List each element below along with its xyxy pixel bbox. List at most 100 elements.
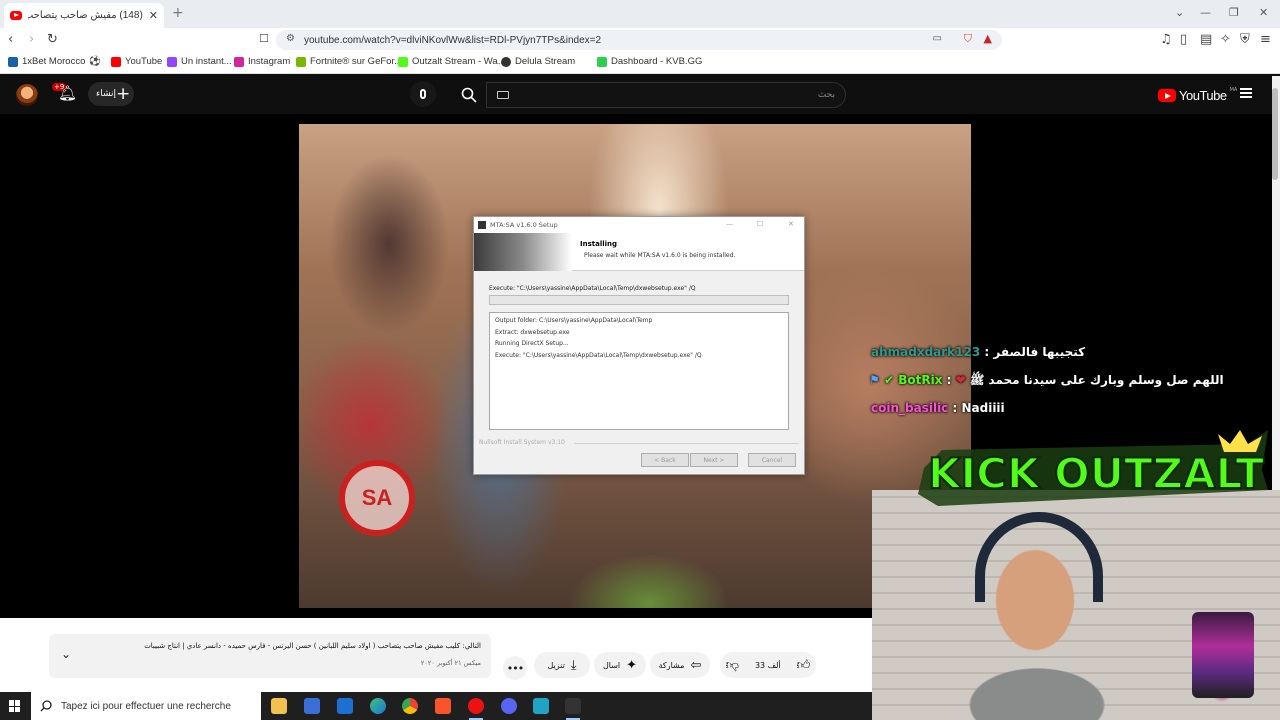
create-button[interactable]: إنشاء + (88, 82, 134, 106)
vpn-icon[interactable]: ⛨ (1240, 32, 1250, 47)
twitch-icon (167, 56, 177, 67)
avatar[interactable] (16, 84, 38, 106)
region-code: MA (1229, 86, 1238, 93)
rewards-icon[interactable]: ▲ (984, 32, 992, 45)
bookmark-label: Outzalt Stream - Wa... (412, 56, 506, 67)
kick-outzalt-logo: KICK OUTZALT (918, 430, 1268, 506)
browser-tab[interactable]: (148) مفيش صاحب يتصاحب - YouTube ✕ (4, 3, 164, 28)
bookmark-1xbet[interactable]: 1xBet Morocco ⚽ (8, 56, 101, 67)
dislike-icon[interactable]: 👎︎ (726, 658, 739, 673)
plus-icon: + (116, 83, 131, 104)
verified-badge-icon: ✔ (883, 373, 895, 387)
next-button[interactable]: Next > (690, 453, 738, 467)
close-tab-icon[interactable]: ✕ (149, 9, 158, 22)
media-icon[interactable]: ♫ (1160, 32, 1172, 47)
obs-icon[interactable] (468, 698, 484, 714)
reload-icon[interactable]: ↻ (47, 32, 58, 47)
mta-app-icon (478, 221, 486, 229)
search-placeholder: بحث (817, 90, 835, 100)
bookmark-label: Fortnite® sur GeFor... (310, 56, 402, 67)
bookmark-delula[interactable]: Delula Stream (501, 56, 575, 67)
new-tab-icon[interactable]: + (172, 5, 184, 21)
edge-icon[interactable] (370, 698, 386, 714)
log-line: Output folder: C:\Users\yassine\AppData\… (495, 317, 653, 324)
bookmark-twitch[interactable]: Un instant... (167, 56, 232, 67)
chat-text: Nadiiii (961, 401, 1005, 415)
heart-icon: ❤ (955, 373, 966, 387)
bookmark-kick[interactable]: Outzalt Stream - Wa... (398, 56, 506, 67)
bookmark-youtube[interactable]: YouTube (111, 56, 162, 67)
up-next-title: التالي: كليب مفيش صاحب يتصاحب ( اولاد سل… (144, 642, 481, 650)
back-button[interactable]: < Back (641, 453, 689, 467)
download-label: تنزيل (547, 660, 565, 670)
ask-button[interactable]: اسال ✦ (594, 652, 646, 678)
chevron-down-icon[interactable]: ⌄ (61, 647, 71, 661)
like-dislike-group: 👎︎ 33 ألف 👍︎ (720, 652, 816, 678)
forward-icon[interactable]: › (29, 32, 34, 47)
share-button[interactable]: مشاركة ⇦ (650, 652, 710, 678)
cancel-button[interactable]: Cancel (748, 453, 796, 467)
app-icon[interactable] (533, 698, 549, 714)
bookmark-geforce[interactable]: Fortnite® sur GeFor... (296, 56, 402, 67)
bot-badge-icon: ⚑ (869, 373, 880, 387)
store-icon[interactable] (304, 698, 320, 714)
installer-log[interactable]: Output folder: C:\Users\yassine\AppData\… (489, 312, 789, 430)
bookmark-icon[interactable]: ☐ (259, 32, 269, 45)
installer-minimize-icon[interactable]: — (726, 220, 733, 228)
installer-titlebar: MTA:SA v1.6.0 Setup (474, 217, 804, 233)
bell-icon[interactable]: 🔔︎ (58, 84, 77, 102)
windows-start-icon[interactable] (9, 700, 21, 712)
installer-close-icon[interactable]: ✕ (788, 220, 794, 228)
leo-icon[interactable]: ✧ (1220, 32, 1231, 47)
sidebar-icon[interactable]: ▯ (1180, 32, 1187, 47)
search-icon (40, 700, 52, 712)
more-actions-button[interactable]: ••• (503, 656, 527, 680)
menu-icon[interactable]: ≡ (1260, 32, 1271, 47)
like-icon[interactable]: 👍︎ (797, 658, 811, 673)
minimize-icon[interactable]: — (1200, 6, 1211, 19)
tab-title: (148) مفيش صاحب يتصاحب - YouTube (28, 10, 143, 21)
file-explorer-icon[interactable] (271, 698, 287, 714)
maximize-icon[interactable]: ❐ (1229, 6, 1239, 19)
search-input[interactable]: بحث (486, 82, 846, 108)
discord-icon[interactable] (501, 698, 517, 714)
installer-progress-bar (489, 295, 789, 305)
hamburger-menu-icon[interactable] (1240, 88, 1252, 98)
close-window-icon[interactable]: ✕ (1259, 6, 1268, 19)
site-info-icon[interactable]: ⚙ (286, 33, 295, 44)
scrollbar-thumb[interactable] (1272, 88, 1278, 180)
windows-taskbar: Tapez ici pour effectuer une recherche (0, 692, 872, 720)
search-button[interactable] (452, 82, 486, 108)
mail-icon[interactable] (337, 698, 353, 714)
chat-message: ⚑ ✔ BotRix : ❤ اللهم صل وسلم وبارك على س… (869, 373, 1224, 387)
mta-installer-icon[interactable] (565, 698, 581, 714)
chrome-icon[interactable] (402, 698, 418, 714)
browser-toolbar: ‹ › ↻ ☐ ⚙ youtube.com/watch?v=dlviNKovlW… (0, 28, 1280, 52)
log-line: Running DirectX Setup... (495, 340, 569, 347)
browser-tabbar: (148) مفيش صاحب يتصاحب - YouTube ✕ + ⌄ —… (0, 0, 1280, 28)
tab-search-icon[interactable]: ⌄ (1175, 6, 1184, 19)
chat-username: ahmadxdark123 (871, 345, 981, 359)
wallet-icon[interactable]: ▤ (1200, 32, 1212, 47)
bookmark-label: Delula Stream (515, 56, 576, 67)
taskbar-search[interactable]: Tapez ici pour effectuer une recherche (31, 692, 261, 720)
up-next-card[interactable]: ⌄ التالي: كليب مفيش صاحب يتصاحب ( اولاد … (49, 634, 491, 678)
bookmark-instagram[interactable]: Instagram (234, 56, 290, 67)
voice-search-button[interactable] (410, 81, 436, 107)
brave-icon[interactable] (435, 698, 451, 714)
address-bar[interactable]: ⚙ youtube.com/watch?v=dlviNKovlWw&list=R… (276, 30, 1002, 50)
chat-text: اللهم صل وسلم وبارك على سيدنا محمد ﷺ (969, 373, 1224, 387)
bookmark-kvb[interactable]: Dashboard - KVB.GG (597, 56, 702, 67)
brave-shield-icon[interactable]: ⛉ (964, 32, 972, 46)
back-icon[interactable]: ‹ (8, 32, 13, 47)
url-text[interactable]: youtube.com/watch?v=dlviNKovlWw&list=RDl… (304, 35, 601, 46)
bookmark-label: YouTube (125, 56, 163, 67)
download-button[interactable]: تنزيل ⤓ (534, 652, 590, 678)
installer-heading: Installing (580, 240, 618, 248)
youtube-header: +9 🔔︎ إنشاء + بحث YouTube MA (0, 76, 1272, 114)
share-label: مشاركة (658, 660, 685, 670)
cast-icon[interactable]: ▭ (933, 33, 942, 44)
installer-maximize-icon[interactable]: ☐ (757, 220, 763, 228)
youtube-logo[interactable]: YouTube MA (1158, 86, 1238, 103)
keyboard-icon[interactable] (497, 91, 509, 99)
